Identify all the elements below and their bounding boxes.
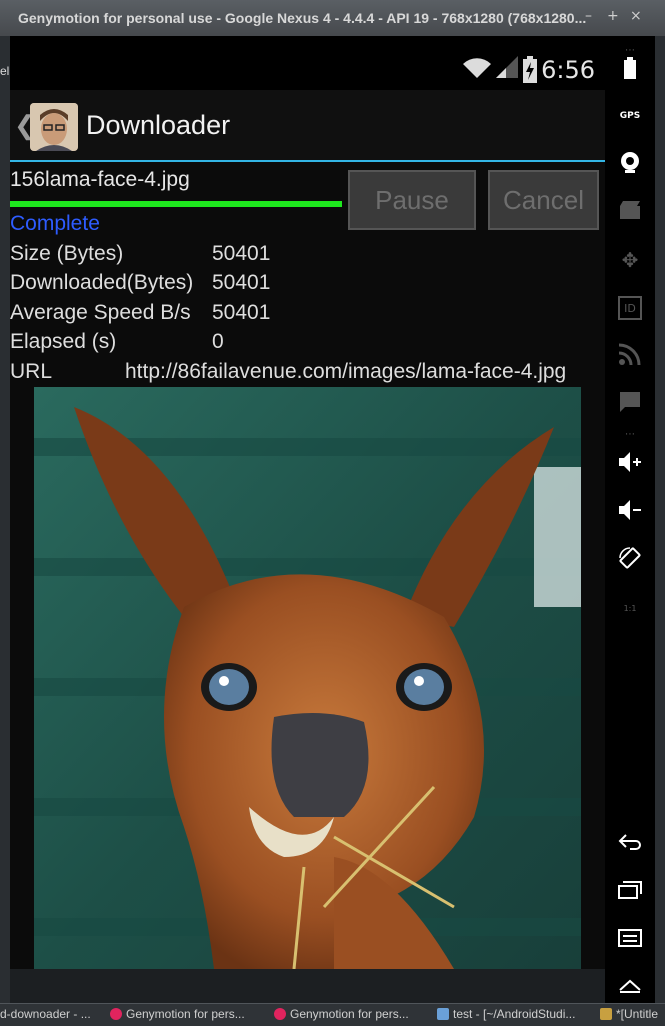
volume-down-icon[interactable] <box>618 498 642 522</box>
desktop-taskbar: d-downoader - ... Genymotion for pers...… <box>0 1003 665 1026</box>
info-label: Average Speed B/s <box>10 301 191 324</box>
taskbar-item-label: Genymotion for pers... <box>290 1007 409 1021</box>
taskbar-item[interactable]: *[Untitle <box>600 1007 665 1025</box>
webcam-icon[interactable] <box>618 150 642 174</box>
info-row-speed: Average Speed B/s 50401 <box>10 301 270 325</box>
signal-icon <box>496 56 518 78</box>
info-value: 0 <box>212 330 224 353</box>
taskbar-item-label: *[Untitle <box>616 1007 659 1021</box>
sms-icon[interactable] <box>618 390 642 414</box>
minimize-button[interactable]: – <box>585 8 592 24</box>
downloaded-image <box>34 387 581 969</box>
emulator-screen[interactable]: 6:56 ❮ Downloader 156lama-face-4.jpg Pau… <box>10 36 605 969</box>
info-label: URL <box>10 360 53 383</box>
taskbar-item-label: d-downoader - ... <box>0 1007 91 1021</box>
genymotion-icon <box>110 1008 122 1020</box>
download-progress-fill <box>10 201 342 207</box>
dpad-icon[interactable]: ✥ <box>618 248 642 272</box>
status-bar: 6:56 <box>10 36 605 90</box>
network-icon[interactable] <box>618 342 642 366</box>
info-label: Elapsed (s) <box>10 330 117 353</box>
rotate-icon[interactable] <box>618 546 642 570</box>
separator-dots-icon: ⋯ <box>625 428 635 440</box>
home-icon[interactable] <box>618 974 642 998</box>
download-filename: 156lama-face-4.jpg <box>10 168 190 191</box>
info-row-size: Size (Bytes) 50401 <box>10 242 270 266</box>
device-id-icon[interactable]: ID <box>618 296 642 320</box>
app-title: Downloader <box>86 110 231 140</box>
wifi-icon <box>463 58 491 78</box>
android-studio-icon <box>437 1008 449 1020</box>
info-value: 50401 <box>212 271 271 294</box>
recent-apps-icon[interactable] <box>618 878 642 902</box>
taskbar-item-label: Genymotion for pers... <box>126 1007 245 1021</box>
maximize-button[interactable]: + <box>607 8 619 24</box>
genymotion-icon <box>274 1008 286 1020</box>
pixel-perfect-icon[interactable]: 1:1 <box>618 596 642 620</box>
download-status: Complete <box>10 212 100 235</box>
app-avatar[interactable] <box>30 103 78 151</box>
info-value: http://86failavenue.com/images/lama-face… <box>125 360 567 383</box>
background-window-edge: el <box>0 36 10 1003</box>
gps-icon[interactable]: GPS <box>618 104 642 128</box>
window-titlebar: Genymotion for personal use - Google Nex… <box>0 0 665 36</box>
taskbar-item[interactable]: d-downoader - ... <box>0 1007 100 1025</box>
info-value: 50401 <box>212 301 271 324</box>
info-row-elapsed: Elapsed (s) 0 <box>10 330 224 354</box>
background-window-edge <box>655 36 665 1003</box>
pause-button[interactable]: Pause <box>348 170 476 230</box>
taskbar-item[interactable]: Genymotion for pers... <box>110 1007 265 1025</box>
taskbar-item-label: test - [~/AndroidStudi... <box>453 1007 576 1021</box>
info-value: 50401 <box>212 242 271 265</box>
emulator-nav-area <box>10 969 605 1003</box>
gimp-icon <box>600 1008 612 1020</box>
battery-icon[interactable] <box>618 56 642 80</box>
volume-up-icon[interactable] <box>618 450 642 474</box>
genymotion-sidebar: ⋯ GPS ✥ ID ⋯ 1:1 <box>605 36 655 1003</box>
action-bar: ❮ Downloader <box>10 90 605 160</box>
info-row-url: URL http://86failavenue.com/images/lama-… <box>10 360 566 384</box>
info-label: Downloaded(Bytes) <box>10 271 194 294</box>
taskbar-item[interactable]: test - [~/AndroidStudi... <box>437 1007 587 1025</box>
taskbar-item[interactable]: Genymotion for pers... <box>274 1007 424 1025</box>
background-window-text: el <box>0 64 10 78</box>
menu-icon[interactable] <box>618 926 642 950</box>
download-progress-bar <box>10 201 342 207</box>
close-button[interactable]: × <box>630 8 642 24</box>
action-bar-divider <box>10 160 605 162</box>
battery-charging-icon <box>523 56 537 83</box>
info-label: Size (Bytes) <box>10 242 124 265</box>
cancel-button[interactable]: Cancel <box>488 170 599 230</box>
info-row-downloaded: Downloaded(Bytes) 50401 <box>10 271 270 295</box>
screencast-icon[interactable] <box>618 198 642 222</box>
back-icon[interactable] <box>618 830 642 854</box>
status-clock: 6:56 <box>541 56 595 84</box>
window-title: Genymotion for personal use - Google Nex… <box>18 10 587 26</box>
